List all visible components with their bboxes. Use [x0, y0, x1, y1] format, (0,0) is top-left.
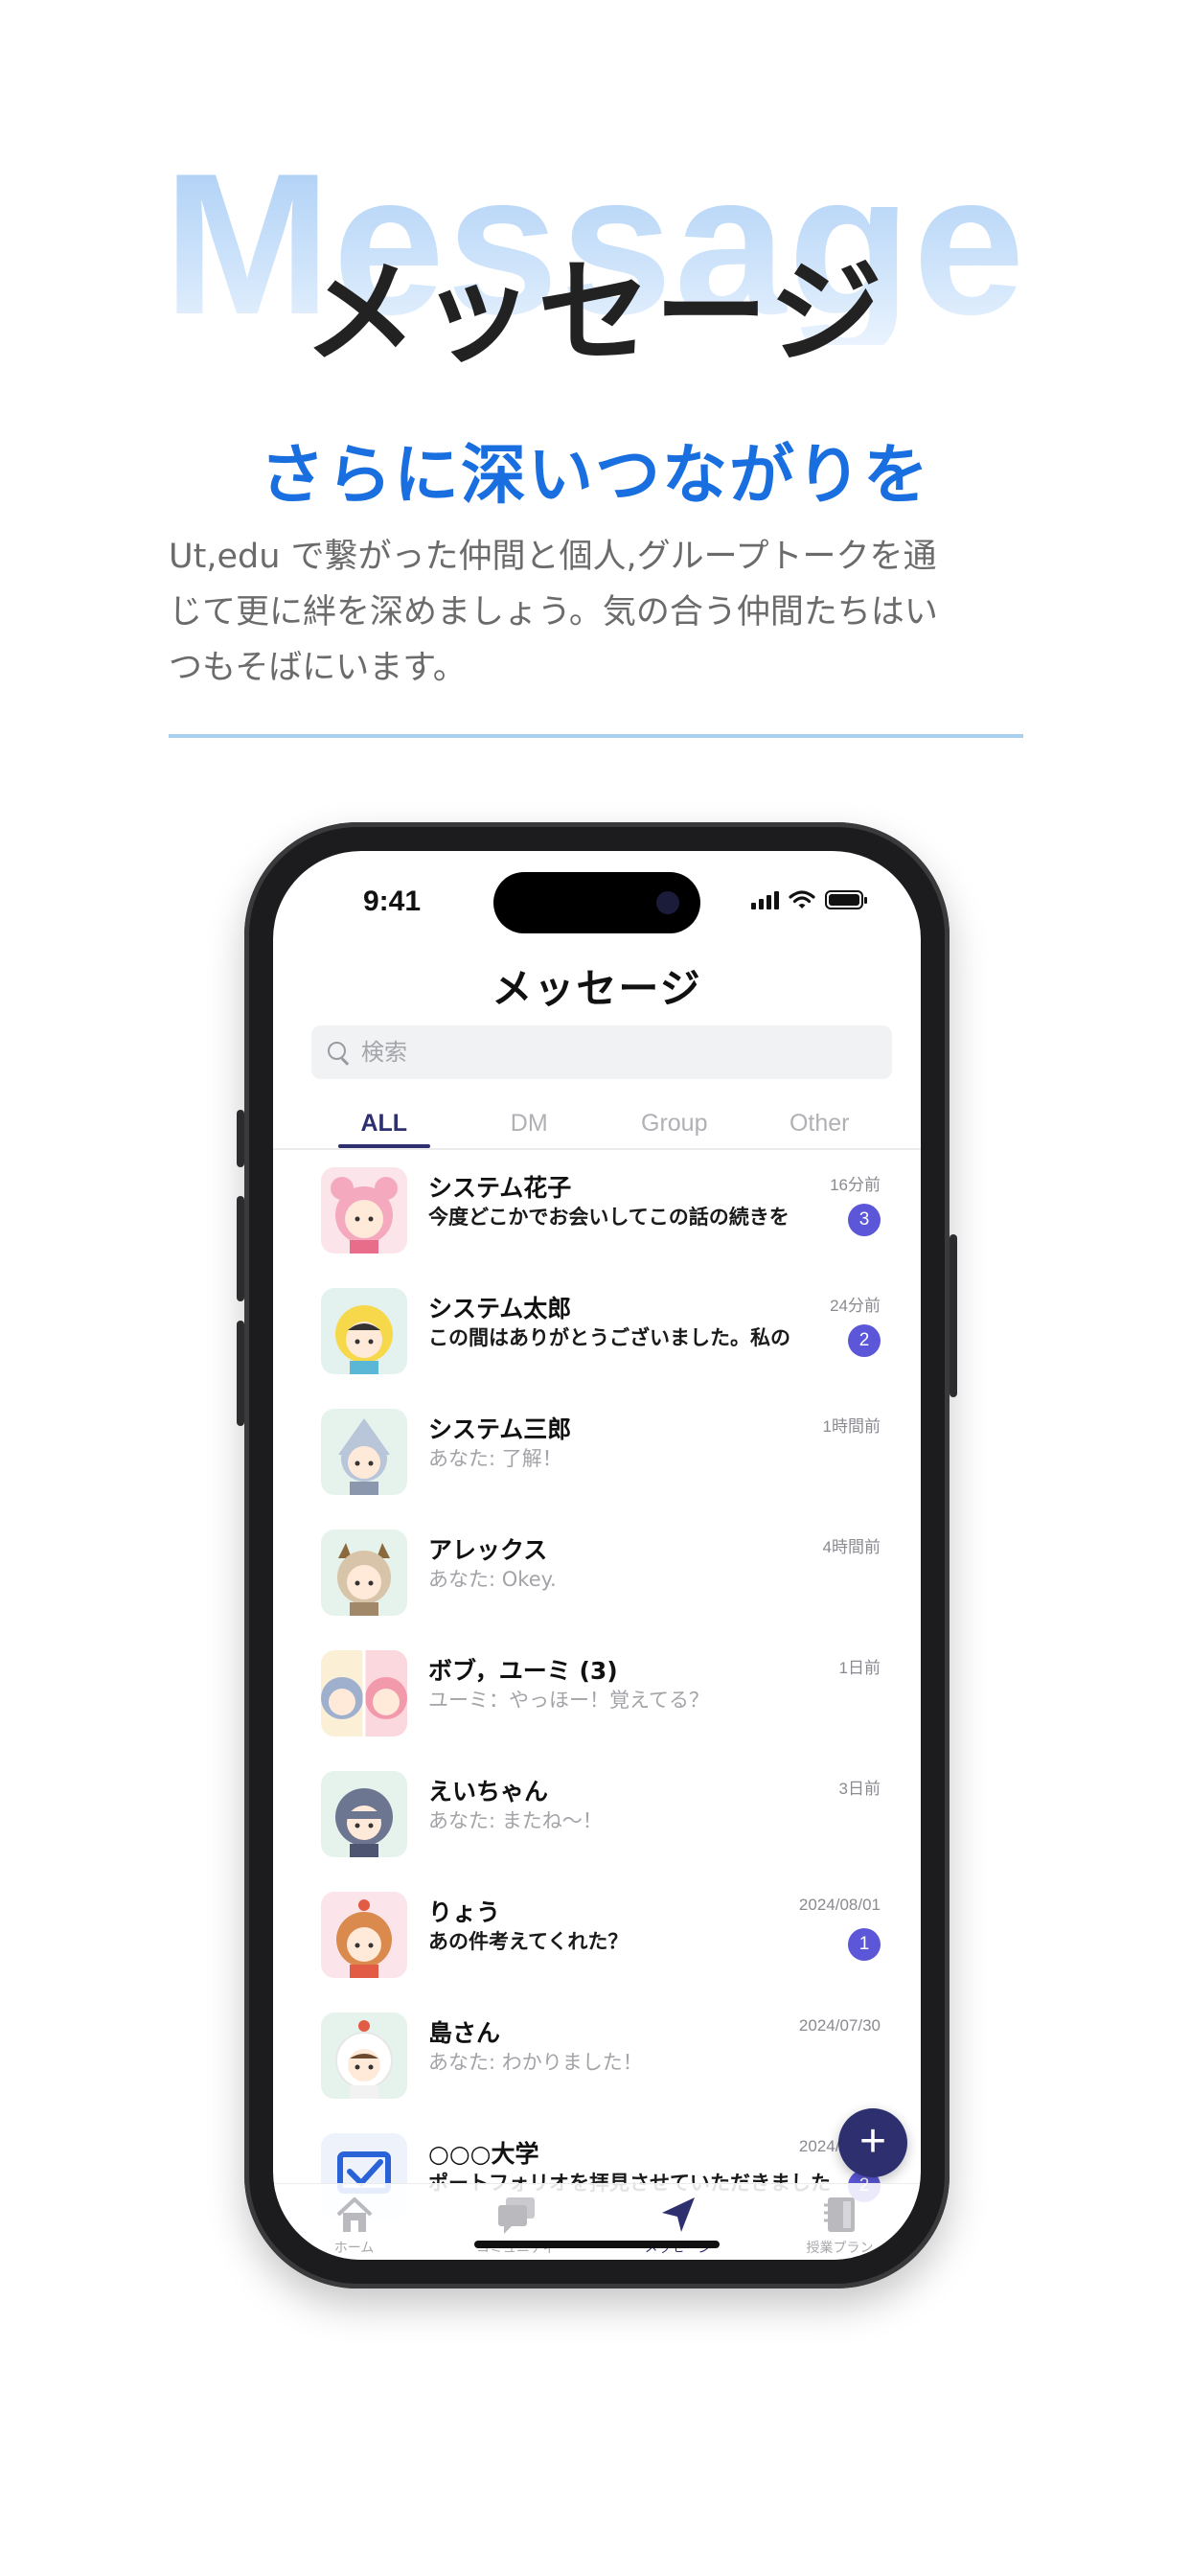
conversation-time: 3日前: [838, 1780, 881, 1798]
group-avatar: [321, 1650, 407, 1736]
nav-community[interactable]: コミュニティ: [435, 2184, 597, 2260]
phone-mockup: 9:41 メッセージ ALL DM Group Other: [237, 822, 957, 2288]
conversation-row[interactable]: アレックス あなた: Okey. 4時間前: [273, 1512, 921, 1633]
conversation-name: えいちゃん: [428, 1778, 549, 1806]
conversation-last-message: あなた: Okey.: [428, 1568, 557, 1591]
avatar: [321, 1530, 407, 1616]
camera-icon: [656, 891, 679, 914]
conversation-row[interactable]: ボブ，ユーミ (3) ユーミ：やっほー！覚えてる？ 1日前: [273, 1633, 921, 1754]
battery-icon: [825, 890, 867, 909]
avatar: [321, 1167, 407, 1254]
home-icon: [336, 2197, 372, 2232]
bottom-navigation: ホーム コミュニティ メッセージ 授業プラン: [273, 2183, 921, 2260]
phone-screen: 9:41 メッセージ ALL DM Group Other: [273, 851, 921, 2260]
hero-divider: [169, 734, 1023, 738]
conversation-time: 24分前: [830, 1297, 881, 1315]
conversation-last-message: 今度どこかでお会いしてこの話の続きを: [428, 1206, 790, 1229]
hero-description: Ut,edu で繋がった仲間と個人,グループトークを通 じて更に絆を深めましょう…: [169, 529, 1031, 696]
avatar: [321, 1771, 407, 1857]
tab-group[interactable]: Group: [602, 1102, 747, 1146]
message-filter-tabs: ALL DM Group Other: [311, 1102, 893, 1148]
hero-title: メッセージ: [304, 246, 886, 379]
conversation-last-message: ユーミ：やっほー！覚えてる？: [428, 1689, 709, 1712]
avatar: [321, 1288, 407, 1374]
conversation-row[interactable]: りょう あの件考えてくれた？ 2024/08/01 1: [273, 1874, 921, 1995]
nav-class-plan[interactable]: 授業プラン: [759, 2184, 921, 2260]
avatar: [321, 2012, 407, 2099]
notebook-icon: [823, 2197, 855, 2232]
conversation-row[interactable]: システム三郎 あなた: 了解！ 1時間前: [273, 1392, 921, 1512]
conversation-name: りょう: [428, 1898, 501, 1926]
hero-description-line: Ut,edu で繋がった仲間と個人,グループトークを通: [169, 538, 937, 576]
status-time: 9:41: [363, 886, 422, 917]
conversation-last-message: あなた: わかりました！: [428, 2051, 643, 2074]
phone-action-button: [237, 1110, 244, 1167]
unread-badge: 1: [848, 1928, 881, 1961]
phone-power-button: [950, 1234, 957, 1397]
conversation-time: 1時間前: [822, 1417, 881, 1436]
conversation-time: 2024/08/01: [798, 1896, 881, 1914]
conversation-last-message: あなた: またね〜！: [428, 1809, 603, 1832]
phone-volume-down-button: [237, 1321, 244, 1426]
send-arrow-icon: [661, 2197, 695, 2232]
community-chat-icon: [497, 2197, 535, 2234]
conversation-list: システム花子 今度どこかでお会いしてこの話の続きを 16分前 3 システム太郎 …: [273, 1150, 921, 2237]
conversation-time: 4時間前: [822, 1538, 881, 1556]
hero-description-line: じて更に絆を深めましょう。気の合う仲間たちはい: [169, 593, 938, 632]
conversation-row[interactable]: えいちゃん あなた: またね〜！ 3日前: [273, 1754, 921, 1874]
conversation-last-message: あの件考えてくれた？: [428, 1930, 629, 1953]
nav-label: 授業プラン: [806, 2241, 874, 2256]
avatar: [321, 1409, 407, 1495]
search-input[interactable]: [361, 1039, 859, 1066]
nav-home[interactable]: ホーム: [273, 2184, 435, 2260]
search-icon: [327, 1041, 350, 1064]
conversation-row[interactable]: 島さん あなた: わかりました！ 2024/07/30: [273, 1995, 921, 2116]
search-bar[interactable]: [311, 1025, 892, 1079]
conversation-time: 2024/07/30: [798, 2016, 881, 2035]
conversation-name: ○○○大学: [428, 2140, 539, 2168]
home-indicator: [474, 2241, 720, 2248]
phone-volume-up-button: [237, 1196, 244, 1301]
conversation-row[interactable]: システム太郎 この間はありがとうございました。私の 24分前 2: [273, 1271, 921, 1392]
tab-other[interactable]: Other: [747, 1102, 893, 1146]
status-icons: [751, 889, 867, 910]
conversation-name: アレックス: [428, 1536, 548, 1564]
hero-description-line: つもそばにいます。: [169, 649, 467, 687]
conversation-time: 1日前: [838, 1659, 881, 1677]
conversation-name: システム三郎: [428, 1415, 572, 1443]
wifi-icon: [789, 890, 815, 908]
hero-subtitle: さらに深いつながりを: [259, 438, 930, 514]
app-title: メッセージ: [492, 965, 702, 1012]
conversation-name: ボブ，ユーミ (3): [428, 1657, 618, 1685]
conversation-name: システム花子: [428, 1174, 572, 1202]
cellular-signal-icon: [751, 890, 779, 909]
conversation-name: 島さん: [428, 2019, 501, 2047]
conversation-last-message: この間はありがとうございました。私の: [428, 1326, 790, 1349]
avatar: [321, 1892, 407, 1978]
tab-all[interactable]: ALL: [311, 1102, 457, 1148]
nav-message[interactable]: メッセージ: [597, 2184, 759, 2260]
unread-badge: 3: [848, 1204, 881, 1236]
dynamic-island: [493, 872, 700, 933]
conversation-time: 16分前: [830, 1176, 881, 1194]
conversation-last-message: あなた: 了解！: [428, 1447, 562, 1470]
unread-badge: 2: [848, 1324, 881, 1357]
conversation-row[interactable]: システム花子 今度どこかでお会いしてこの話の続きを 16分前 3: [273, 1150, 921, 1271]
tab-dm[interactable]: DM: [457, 1102, 603, 1146]
new-message-button[interactable]: +: [838, 2108, 907, 2177]
conversation-name: システム太郎: [428, 1295, 572, 1322]
nav-label: ホーム: [333, 2241, 375, 2256]
